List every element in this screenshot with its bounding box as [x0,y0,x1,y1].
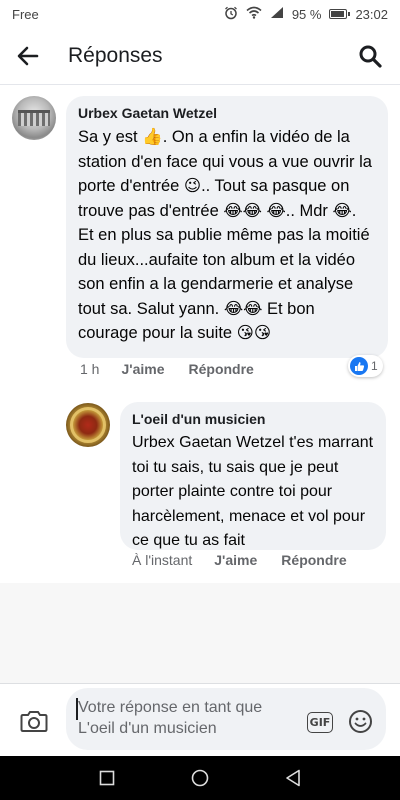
page-title: Réponses [68,44,163,67]
comment-actions: 1 h J'aime Répondre [80,361,278,377]
back-triangle-icon[interactable] [283,768,303,788]
status-bar: Free 95 % 23:02 [0,0,400,28]
reaction-count: 1 [371,359,378,373]
reply-composer: Votre réponse en tant que L'oeil d'un mu… [0,684,400,756]
battery-icon [329,9,351,19]
reply-button[interactable]: Répondre [281,552,346,568]
avatar[interactable] [12,96,56,140]
app-header: Réponses [0,28,400,84]
empty-area [0,583,400,683]
thumbs-up-icon [350,357,368,375]
arrow-left-icon[interactable] [14,42,42,70]
comment-text: Urbex Gaetan Wetzel t'es marrant toi tu … [132,434,378,549]
comment-actions: À l'instant J'aime Répondre [132,552,371,568]
comment-text: Sa y est 👍. On a enfin la vidéo de la st… [78,128,377,342]
comment-bubble[interactable]: Urbex Gaetan Wetzel Sa y est 👍. On a enf… [66,96,388,358]
system-nav-bar [0,756,400,800]
alarm-icon [224,6,238,23]
comment-bubble[interactable]: L'oeil d'un musicien Urbex Gaetan Wetzel… [120,402,386,550]
like-button[interactable]: J'aime [121,361,164,377]
wifi-icon [246,6,262,22]
recent-apps-icon[interactable] [97,768,117,788]
reaction-summary[interactable]: 1 [348,355,383,377]
emoji-icon[interactable] [348,709,373,734]
gif-icon[interactable]: GIF [307,712,333,733]
comments-thread: Urbex Gaetan Wetzel Sa y est 👍. On a enf… [0,85,400,585]
like-button[interactable]: J'aime [214,552,257,568]
camera-icon[interactable] [20,709,48,733]
signal-icon [270,6,284,22]
comment-time: À l'instant [132,552,193,568]
comment-author[interactable]: L'oeil d'un musicien [132,411,374,427]
carrier-label: Free [12,6,39,22]
clock-time: 23:02 [355,6,388,22]
home-icon[interactable] [190,768,210,788]
search-icon[interactable] [354,40,386,72]
comment-author[interactable]: Urbex Gaetan Wetzel [78,105,376,121]
reply-input[interactable]: Votre réponse en tant que L'oeil d'un mu… [66,688,386,750]
battery-percent: 95 % [291,6,322,22]
comment-time: 1 h [80,361,100,377]
avatar[interactable] [66,403,110,447]
reply-placeholder: Votre réponse en tant que L'oeil d'un mu… [78,699,263,737]
reply-button[interactable]: Répondre [189,361,254,377]
